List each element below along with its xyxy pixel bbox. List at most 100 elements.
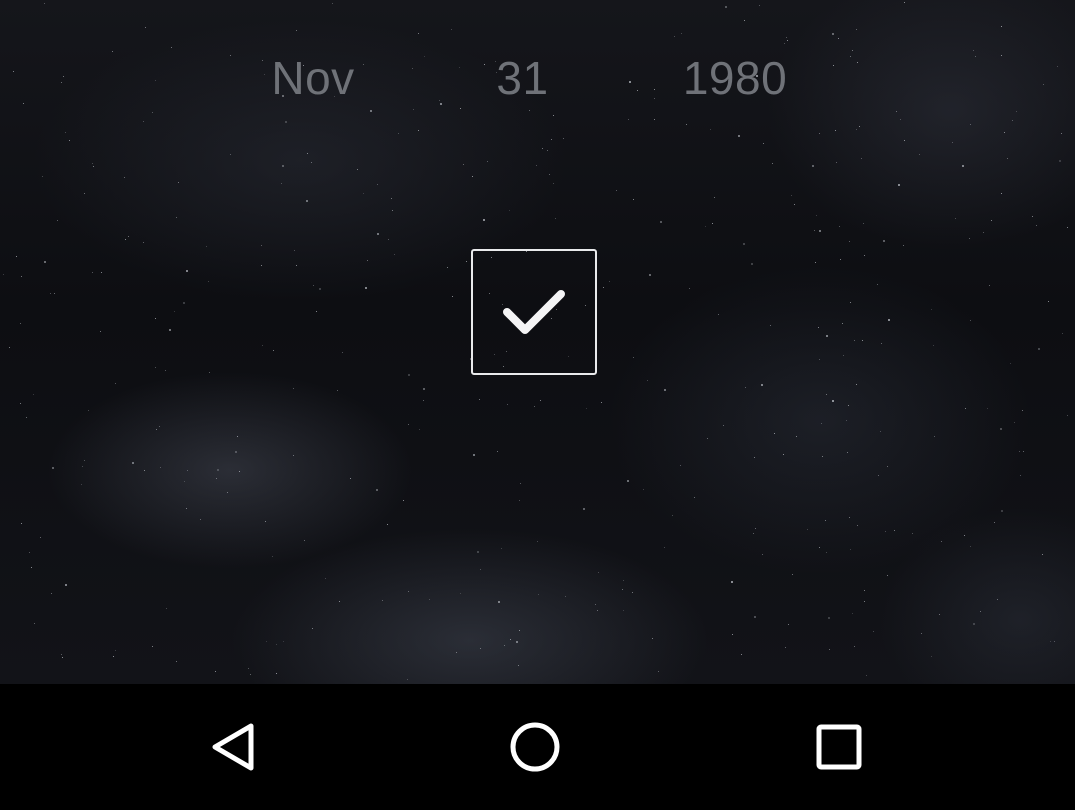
star-dot: [989, 285, 990, 286]
star-dot: [54, 293, 55, 294]
star-dot: [652, 638, 653, 639]
star-dot: [439, 100, 440, 101]
star-dot: [903, 245, 904, 246]
star-dot: [408, 374, 410, 376]
star-dot: [1022, 410, 1023, 411]
star-dot: [723, 425, 724, 426]
star-dot: [1000, 428, 1002, 430]
star-dot: [44, 3, 45, 4]
star-dot: [296, 265, 297, 266]
star-dot: [609, 281, 610, 282]
star-dot: [452, 296, 453, 297]
star-dot: [62, 657, 63, 658]
star-dot: [694, 497, 695, 498]
star-dot: [51, 593, 52, 594]
star-dot: [964, 535, 965, 536]
star-dot: [63, 76, 64, 77]
star-dot: [854, 646, 855, 647]
star-dot: [741, 654, 742, 655]
year-picker[interactable]: 1980: [660, 50, 810, 106]
home-button[interactable]: [495, 709, 575, 785]
star-dot: [689, 288, 690, 289]
star-dot: [183, 302, 185, 304]
star-dot: [293, 455, 294, 456]
star-dot: [664, 389, 666, 391]
star-dot: [794, 204, 795, 205]
star-dot: [563, 138, 564, 139]
star-dot: [633, 199, 634, 200]
month-picker[interactable]: Nov: [238, 50, 388, 106]
confirm-date-button[interactable]: [471, 249, 597, 375]
star-dot: [307, 153, 308, 154]
star-dot: [1004, 132, 1005, 133]
star-dot: [969, 238, 970, 239]
star-dot: [261, 265, 262, 266]
star-dot: [1038, 348, 1040, 350]
star-dot: [132, 462, 134, 464]
star-dot: [1001, 26, 1002, 27]
star-dot: [81, 484, 82, 485]
star-dot: [391, 198, 392, 199]
recent-apps-button[interactable]: [799, 709, 879, 785]
star-dot: [1036, 225, 1037, 226]
star-dot: [155, 80, 156, 81]
star-dot: [451, 29, 452, 30]
star-dot: [885, 531, 886, 532]
star-dot: [759, 5, 760, 6]
day-picker[interactable]: 31: [450, 50, 595, 106]
star-dot: [838, 38, 839, 39]
star-dot: [376, 489, 378, 491]
star-dot: [21, 276, 22, 277]
star-dot: [217, 469, 219, 471]
star-dot: [863, 223, 864, 224]
star-dot: [155, 318, 156, 319]
star-dot: [846, 420, 847, 421]
star-dot: [534, 406, 535, 407]
star-dot: [854, 340, 855, 341]
star-dot: [856, 129, 857, 130]
star-dot: [408, 424, 409, 425]
star-dot: [597, 610, 598, 611]
star-dot: [819, 133, 820, 134]
star-dot: [208, 281, 209, 282]
star-dot: [825, 520, 826, 521]
star-dot: [643, 489, 644, 490]
star-dot: [1007, 158, 1008, 159]
star-dot: [725, 6, 727, 8]
back-button[interactable]: [193, 709, 273, 785]
star-dot: [649, 274, 651, 276]
star-dot: [1001, 193, 1002, 194]
star-dot: [235, 451, 237, 453]
star-dot: [1067, 415, 1068, 416]
star-dot: [144, 470, 145, 471]
star-dot: [812, 165, 814, 167]
star-dot: [754, 616, 756, 618]
star-dot: [283, 641, 284, 642]
star-dot: [487, 161, 488, 162]
star-dot: [595, 604, 596, 605]
star-dot: [447, 267, 448, 268]
star-dot: [965, 408, 966, 409]
star-dot: [518, 665, 519, 666]
star-dot: [215, 671, 216, 672]
star-dot: [833, 65, 834, 66]
star-dot: [660, 221, 662, 223]
star-dot: [1019, 451, 1020, 452]
star-dot: [1001, 55, 1002, 56]
star-dot: [629, 81, 631, 83]
star-dot: [774, 433, 775, 434]
star-dot: [388, 239, 389, 240]
star-dot: [622, 589, 623, 590]
star-dot: [209, 372, 210, 373]
star-dot: [623, 610, 624, 611]
star-dot: [250, 674, 251, 675]
star-dot: [654, 119, 655, 120]
star-dot: [540, 400, 541, 401]
star-dot: [712, 223, 713, 224]
star-dot: [941, 541, 942, 542]
star-dot: [707, 438, 708, 439]
star-dot: [472, 176, 473, 177]
star-dot: [460, 593, 461, 594]
star-dot: [65, 132, 66, 133]
star-dot: [821, 423, 822, 424]
